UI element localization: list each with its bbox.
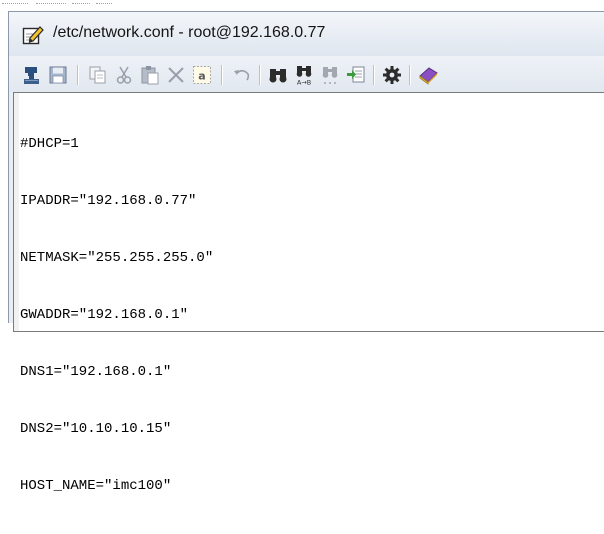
code-line[interactable]: #DHCP=1 bbox=[20, 135, 213, 154]
editor-content[interactable]: #DHCP=1 IPADDR="192.168.0.77" NETMASK="2… bbox=[20, 97, 213, 534]
save-button[interactable] bbox=[47, 64, 69, 86]
code-line[interactable]: HOST_NAME="imc100" bbox=[20, 477, 213, 496]
svg-text:A→B: A→B bbox=[297, 79, 311, 87]
dotted-separator bbox=[36, 3, 66, 5]
binoculars-next-icon bbox=[322, 67, 338, 84]
toolbar-separator bbox=[409, 65, 411, 85]
gear-icon bbox=[383, 66, 401, 84]
floppy-disk-icon bbox=[49, 66, 67, 84]
toolbar-separator bbox=[221, 65, 223, 85]
title-bar[interactable]: /etc/network.conf - root@192.168.0.77 bbox=[9, 12, 604, 56]
binoculars-icon bbox=[269, 69, 287, 83]
code-line[interactable]: DNS1="192.168.0.1" bbox=[20, 363, 213, 382]
svg-text:a: a bbox=[198, 70, 205, 83]
find-button[interactable] bbox=[267, 64, 289, 86]
dotted-separator bbox=[72, 3, 90, 5]
select-all-icon: a bbox=[193, 66, 211, 84]
toolbar: a A→B bbox=[9, 56, 604, 92]
clipboard-icon bbox=[141, 66, 159, 85]
ftp-upload-button[interactable] bbox=[21, 64, 43, 86]
toolbar-separator bbox=[77, 65, 79, 85]
delete-x-icon bbox=[168, 67, 184, 83]
code-line[interactable]: NETMASK="255.255.255.0" bbox=[20, 249, 213, 268]
notepad-pencil-icon bbox=[22, 25, 44, 45]
editor-gutter bbox=[14, 93, 19, 331]
code-line[interactable]: DNS2="10.10.10.15" bbox=[20, 420, 213, 439]
undo-button[interactable] bbox=[231, 64, 253, 86]
paste-button[interactable] bbox=[139, 64, 161, 86]
copy-icon bbox=[89, 66, 106, 84]
dotted-separator bbox=[2, 3, 28, 5]
help-button[interactable] bbox=[417, 64, 439, 86]
top-strip bbox=[0, 0, 604, 10]
go-to-line-button[interactable] bbox=[345, 64, 367, 86]
dotted-separator bbox=[96, 3, 112, 5]
window-title: /etc/network.conf - root@192.168.0.77 bbox=[53, 24, 326, 41]
cut-button[interactable] bbox=[113, 64, 135, 86]
toolbar-separator bbox=[259, 65, 261, 85]
ftp-transfer-icon bbox=[24, 67, 39, 84]
copy-button[interactable] bbox=[87, 64, 109, 86]
replace-button[interactable]: A→B bbox=[293, 64, 315, 86]
help-book-icon bbox=[419, 67, 438, 85]
select-all-button[interactable]: a bbox=[191, 64, 213, 86]
toolbar-separator bbox=[373, 65, 375, 85]
code-line[interactable]: IPADDR="192.168.0.77" bbox=[20, 192, 213, 211]
editor-window: /etc/network.conf - root@192.168.0.77 a … bbox=[8, 11, 604, 494]
goto-page-icon bbox=[347, 66, 365, 83]
undo-arrow-icon bbox=[234, 69, 250, 81]
scissors-icon bbox=[116, 66, 132, 84]
delete-button[interactable] bbox=[165, 64, 187, 86]
text-editor[interactable]: #DHCP=1 IPADDR="192.168.0.77" NETMASK="2… bbox=[13, 92, 604, 494]
settings-button[interactable] bbox=[381, 64, 403, 86]
find-next-button[interactable] bbox=[319, 64, 341, 86]
code-line[interactable]: GWADDR="192.168.0.1" bbox=[20, 306, 213, 325]
binoculars-replace-icon: A→B bbox=[296, 66, 312, 87]
